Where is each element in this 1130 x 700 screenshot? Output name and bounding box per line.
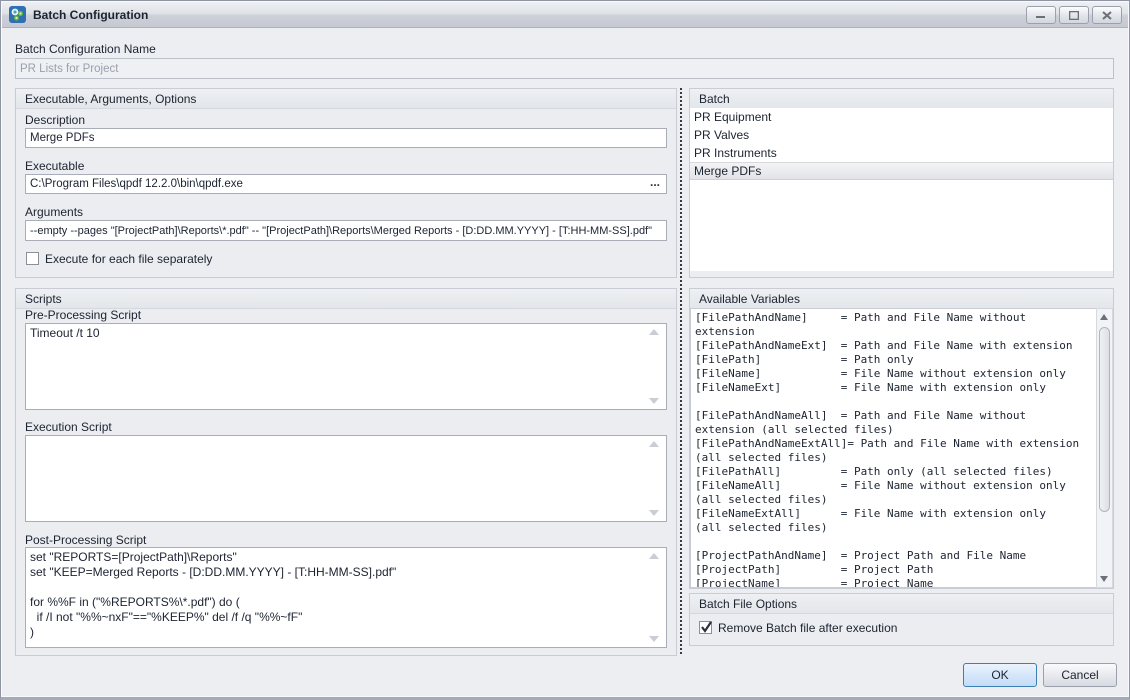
- cancel-button[interactable]: Cancel: [1043, 663, 1117, 687]
- execution-script-label: Execution Script: [25, 420, 112, 434]
- batch-list: PR Equipment PR Valves PR Instruments Me…: [690, 108, 1113, 271]
- exec-options-group-header: Executable, Arguments, Options: [16, 89, 676, 109]
- batch-configuration-dialog: Batch Configuration Batch Configuration …: [0, 0, 1130, 700]
- available-variables-title: Available Variables: [699, 292, 800, 306]
- list-item-selected[interactable]: Merge PDFs: [690, 162, 1113, 180]
- execute-separately-checkbox[interactable]: [26, 252, 39, 265]
- list-item[interactable]: PR Valves: [690, 126, 1113, 144]
- remove-batch-file-checkbox[interactable]: [699, 621, 712, 634]
- variables-scrollbar[interactable]: [1096, 308, 1113, 588]
- maximize-button[interactable]: [1059, 6, 1089, 24]
- minimize-icon: [1036, 11, 1046, 19]
- batch-file-options-header: Batch File Options: [690, 594, 1113, 614]
- batch-group-header: Batch: [690, 89, 1113, 109]
- batch-config-name-input[interactable]: [15, 58, 1114, 79]
- execute-separately-label: Execute for each file separately: [45, 252, 212, 266]
- pre-processing-label: Pre-Processing Script: [25, 308, 141, 322]
- minimize-button[interactable]: [1026, 6, 1056, 24]
- maximize-icon: [1069, 11, 1079, 20]
- executable-input[interactable]: [25, 174, 667, 194]
- batch-group-title: Batch: [699, 92, 730, 106]
- variables-text-area[interactable]: [FilePathAndName] = Path and File Name w…: [690, 308, 1096, 588]
- description-label: Description: [25, 113, 85, 127]
- available-variables-header: Available Variables: [690, 289, 1113, 309]
- browse-executable-button[interactable]: ...: [645, 176, 665, 192]
- batch-config-name-label: Batch Configuration Name: [15, 42, 156, 56]
- checkmark-icon: [699, 620, 714, 635]
- arguments-label: Arguments: [25, 205, 83, 219]
- ok-button[interactable]: OK: [963, 663, 1037, 687]
- scroll-down-icon[interactable]: [649, 636, 659, 642]
- scroll-up-icon[interactable]: [649, 553, 659, 559]
- executable-label: Executable: [25, 159, 84, 173]
- scroll-down-icon[interactable]: [1100, 576, 1108, 582]
- remove-batch-file-label: Remove Batch file after execution: [718, 621, 897, 635]
- list-item[interactable]: PR Equipment: [690, 108, 1113, 126]
- exec-options-group-title: Executable, Arguments, Options: [25, 92, 196, 106]
- scroll-down-icon[interactable]: [649, 510, 659, 516]
- close-button[interactable]: [1092, 6, 1122, 24]
- batch-file-options-title: Batch File Options: [699, 597, 797, 611]
- window-title: Batch Configuration: [33, 8, 148, 22]
- scripts-group-title: Scripts: [25, 292, 62, 306]
- scroll-up-icon[interactable]: [649, 441, 659, 447]
- panel-splitter[interactable]: [680, 88, 682, 656]
- app-icon: [9, 6, 26, 23]
- scroll-up-icon[interactable]: [1100, 314, 1108, 320]
- scroll-down-icon[interactable]: [649, 398, 659, 404]
- scrollbar-thumb[interactable]: [1099, 327, 1110, 512]
- close-icon: [1102, 11, 1112, 20]
- post-processing-label: Post-Processing Script: [25, 533, 146, 547]
- scripts-group-header: Scripts: [16, 289, 676, 309]
- list-item[interactable]: PR Instruments: [690, 144, 1113, 162]
- title-bar[interactable]: Batch Configuration: [2, 2, 1128, 28]
- post-processing-script-input[interactable]: set "REPORTS=[ProjectPath]\Reports" set …: [25, 547, 667, 648]
- arguments-input[interactable]: [25, 220, 667, 241]
- description-input[interactable]: [25, 128, 667, 148]
- scroll-up-icon[interactable]: [649, 329, 659, 335]
- variables-text: [FilePathAndName] = Path and File Name w…: [695, 311, 1094, 588]
- execution-script-input[interactable]: [25, 435, 667, 522]
- batch-file-options-group: Batch File Options: [689, 593, 1114, 646]
- pre-processing-script-input[interactable]: Timeout /t 10: [25, 323, 667, 410]
